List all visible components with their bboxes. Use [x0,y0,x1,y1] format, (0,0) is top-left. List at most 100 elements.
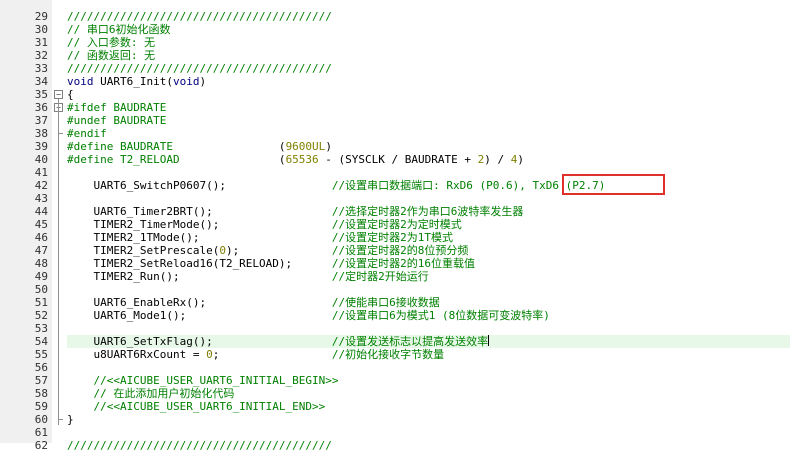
code-text[interactable]: //////////////////////////////////////// [67,62,790,75]
code-text[interactable] [67,361,790,374]
code-text[interactable]: // 函数返回: 无 [67,49,790,62]
code-line[interactable]: 35 {− [0,88,790,101]
code-text[interactable]: //<<AICUBE_USER_UART6_INITIAL_BEGIN>> [67,374,790,387]
code-text[interactable]: UART6_SwitchP0607(); //设置串口数据端口: RxD6 (P… [67,179,790,192]
code-line[interactable]: 48 TIMER2_SetReload16(T2_RELOAD); //设置定时… [0,257,790,270]
line-number: 46 [34,231,48,244]
code-line[interactable]: 56 [0,361,790,374]
code-line[interactable]: 33 //////////////////////////////////////… [0,62,790,75]
code-line[interactable]: 49 TIMER2_Run(); //定时器2开始运行 [0,270,790,283]
code-text[interactable]: UART6_SetTxFlag(); //设置发送标志以提高发送效率 [67,335,790,348]
code-line[interactable]: 34 void UART6_Init(void) [0,75,790,88]
code-text[interactable]: // 串口6初始化函数 [67,23,790,36]
line-number: 36 [34,101,48,114]
code-line[interactable]: 54 UART6_SetTxFlag(); //设置发送标志以提高发送效率 [0,335,790,348]
code-text[interactable]: UART6_Mode1(); //设置串口6为模式1 (8位数据可变波特率) [67,309,790,322]
code-text[interactable] [67,322,790,335]
line-number: 49 [34,270,48,283]
line-number: 55 [34,348,48,361]
line-number: 60 [34,413,48,426]
code-line[interactable]: 53 [0,322,790,335]
code-text[interactable] [67,192,790,205]
line-number: 61 [34,426,48,439]
code-text[interactable]: UART6_Timer2BRT(); //选择定时器2作为串口6波特率发生器 [67,205,790,218]
code-text[interactable]: void UART6_Init(void) [67,75,790,88]
line-number: 32 [34,49,48,62]
line-number: 62 [34,439,48,452]
code-line[interactable]: 55 u8UART6RxCount = 0; //初始化接收字节数量 [0,348,790,361]
code-line[interactable]: 50 [0,283,790,296]
code-text[interactable]: u8UART6RxCount = 0; //初始化接收字节数量 [67,348,790,361]
code-text[interactable]: #define BAUDRATE (9600UL) [67,140,790,153]
line-number: 38 [34,127,48,140]
code-text[interactable] [67,283,790,296]
code-line[interactable]: 38 #endif [0,127,790,140]
code-line[interactable]: 47 TIMER2_SetPrescale(0); //设置定时器2的8位预分频 [0,244,790,257]
code-text[interactable]: //<<AICUBE_USER_UART6_INITIAL_END>> [67,400,790,413]
code-line[interactable]: 40 #define T2_RELOAD (65536 - (SYSCLK / B… [0,153,790,166]
code-text[interactable]: #define T2_RELOAD (65536 - (SYSCLK / BAU… [67,153,790,166]
line-number: 30 [34,23,48,36]
code-line[interactable]: 30 // 串口6初始化函数 [0,23,790,36]
fold-end-marker [58,419,63,420]
line-number: 47 [34,244,48,257]
code-line[interactable]: 44 UART6_Timer2BRT(); //选择定时器2作为串口6波特率发生… [0,205,790,218]
code-line[interactable]: 29 //////////////////////////////////////… [0,10,790,23]
line-number: 42 [34,179,48,192]
line-number: 54 [34,335,48,348]
annotation-box [562,174,665,195]
line-number: 57 [34,374,48,387]
code-line[interactable]: 61 [0,426,790,439]
code-editor[interactable]: 29 //////////////////////////////////////… [0,0,790,452]
line-number: 33 [34,62,48,75]
line-number: 52 [34,309,48,322]
code-line[interactable]: 59 //<<AICUBE_USER_UART6_INITIAL_END>> [0,400,790,413]
code-text[interactable]: //////////////////////////////////////// [67,10,790,23]
code-line[interactable]: 57 //<<AICUBE_USER_UART6_INITIAL_BEGIN>> [0,374,790,387]
code-text[interactable]: UART6_EnableRx(); //使能串口6接收数据 [67,296,790,309]
code-line[interactable]: 62 //////////////////////////////////////… [0,439,790,452]
code-text[interactable]: { [67,88,790,101]
code-line[interactable]: 46 TIMER2_1TMode(); //设置定时器2为1T模式 [0,231,790,244]
code-line[interactable]: 41 [0,166,790,179]
code-line[interactable]: 43 [0,192,790,205]
code-text[interactable]: TIMER2_1TMode(); //设置定时器2为1T模式 [67,231,790,244]
code-text[interactable] [67,166,790,179]
line-number: 48 [34,257,48,270]
code-text[interactable]: } [67,413,790,426]
fold-toggle-icon[interactable]: − [54,90,63,99]
code-line[interactable]: 52 UART6_Mode1(); //设置串口6为模式1 (8位数据可变波特率… [0,309,790,322]
code-text[interactable]: // 入口参数: 无 [67,36,790,49]
code-line[interactable]: 36#ifdef BAUDRATE− [0,101,790,114]
line-number: 43 [34,192,48,205]
code-text[interactable]: #endif [67,127,790,140]
code-line[interactable]: 58 // 在此添加用户初始化代码 [0,387,790,400]
code-line[interactable]: 42 UART6_SwitchP0607(); //设置串口数据端口: RxD6… [0,179,790,192]
code-text[interactable]: TIMER2_SetReload16(T2_RELOAD); //设置定时器2的… [67,257,790,270]
code-text[interactable]: //////////////////////////////////////// [67,439,790,452]
code-text[interactable]: TIMER2_TimerMode(); //设置定时器2为定时模式 [67,218,790,231]
line-number: 39 [34,140,48,153]
line-number: 37 [34,114,48,127]
code-text[interactable]: // 在此添加用户初始化代码 [67,387,790,400]
text-cursor [488,335,490,346]
line-number: 50 [34,283,48,296]
code-text[interactable]: #undef BAUDRATE [67,114,790,127]
code-line[interactable]: 51 UART6_EnableRx(); //使能串口6接收数据 [0,296,790,309]
code-text[interactable] [67,426,790,439]
code-line[interactable]: 39 #define BAUDRATE (9600UL) [0,140,790,153]
line-number: 59 [34,400,48,413]
line-number: 45 [34,218,48,231]
line-number: 35 [34,88,48,101]
code-text[interactable]: TIMER2_Run(); //定时器2开始运行 [67,270,790,283]
code-text[interactable]: TIMER2_SetPrescale(0); //设置定时器2的8位预分频 [67,244,790,257]
code-text[interactable]: #ifdef BAUDRATE [67,101,790,114]
code-line[interactable]: 32 // 函数返回: 无 [0,49,790,62]
line-number: 51 [34,296,48,309]
code-line[interactable]: 45 TIMER2_TimerMode(); //设置定时器2为定时模式 [0,218,790,231]
line-number: 31 [34,36,48,49]
code-line[interactable]: 37 #undef BAUDRATE [0,114,790,127]
code-line[interactable]: 60} [0,413,790,426]
line-number: 58 [34,387,48,400]
code-line[interactable]: 31 // 入口参数: 无 [0,36,790,49]
